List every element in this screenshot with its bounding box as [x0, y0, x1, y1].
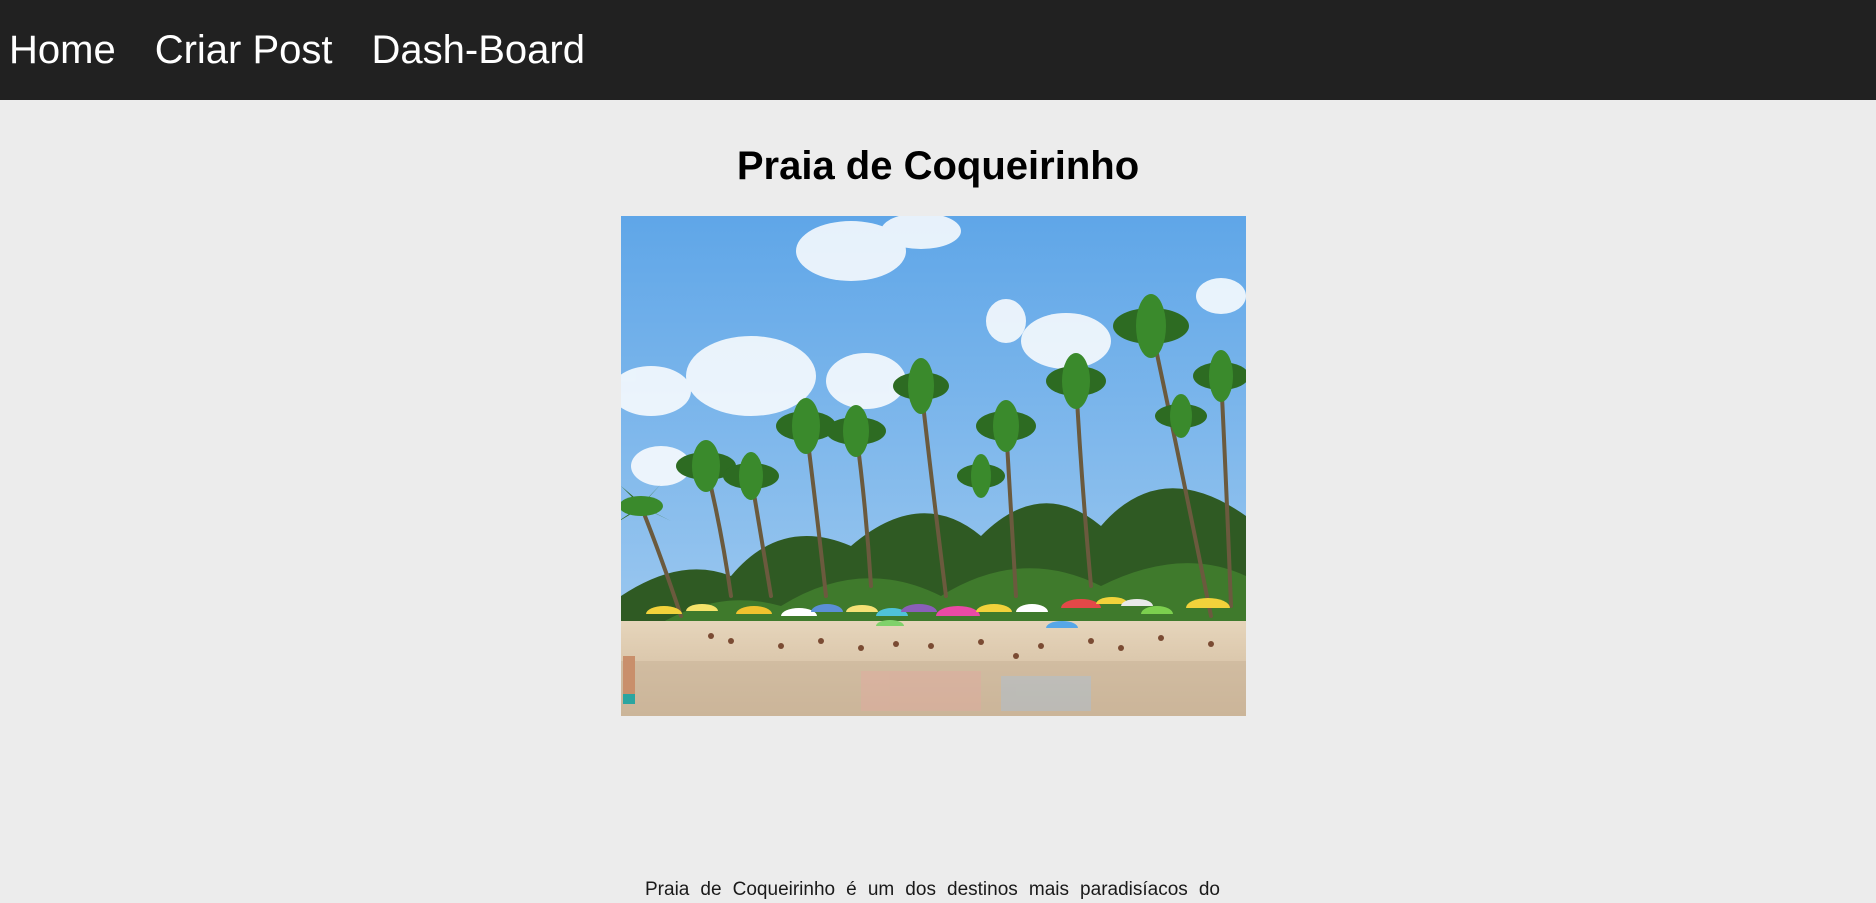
nav-criar-post-link[interactable]: Criar Post: [155, 30, 333, 70]
post-body-text: Praia de Coqueirinho é um dos destinos m…: [645, 879, 1220, 900]
top-navigation-bar: Home Criar Post Dash-Board: [0, 0, 1876, 100]
post-container: Praia de Coqueirinho Praia de Coqueirinh…: [0, 100, 1876, 900]
beach-photo-illustration: [621, 216, 1246, 716]
nav-home-link[interactable]: Home: [9, 30, 116, 70]
post-title: Praia de Coqueirinho: [736, 144, 1140, 188]
nav-dashboard-link[interactable]: Dash-Board: [372, 30, 585, 70]
post-image: [621, 216, 1246, 716]
